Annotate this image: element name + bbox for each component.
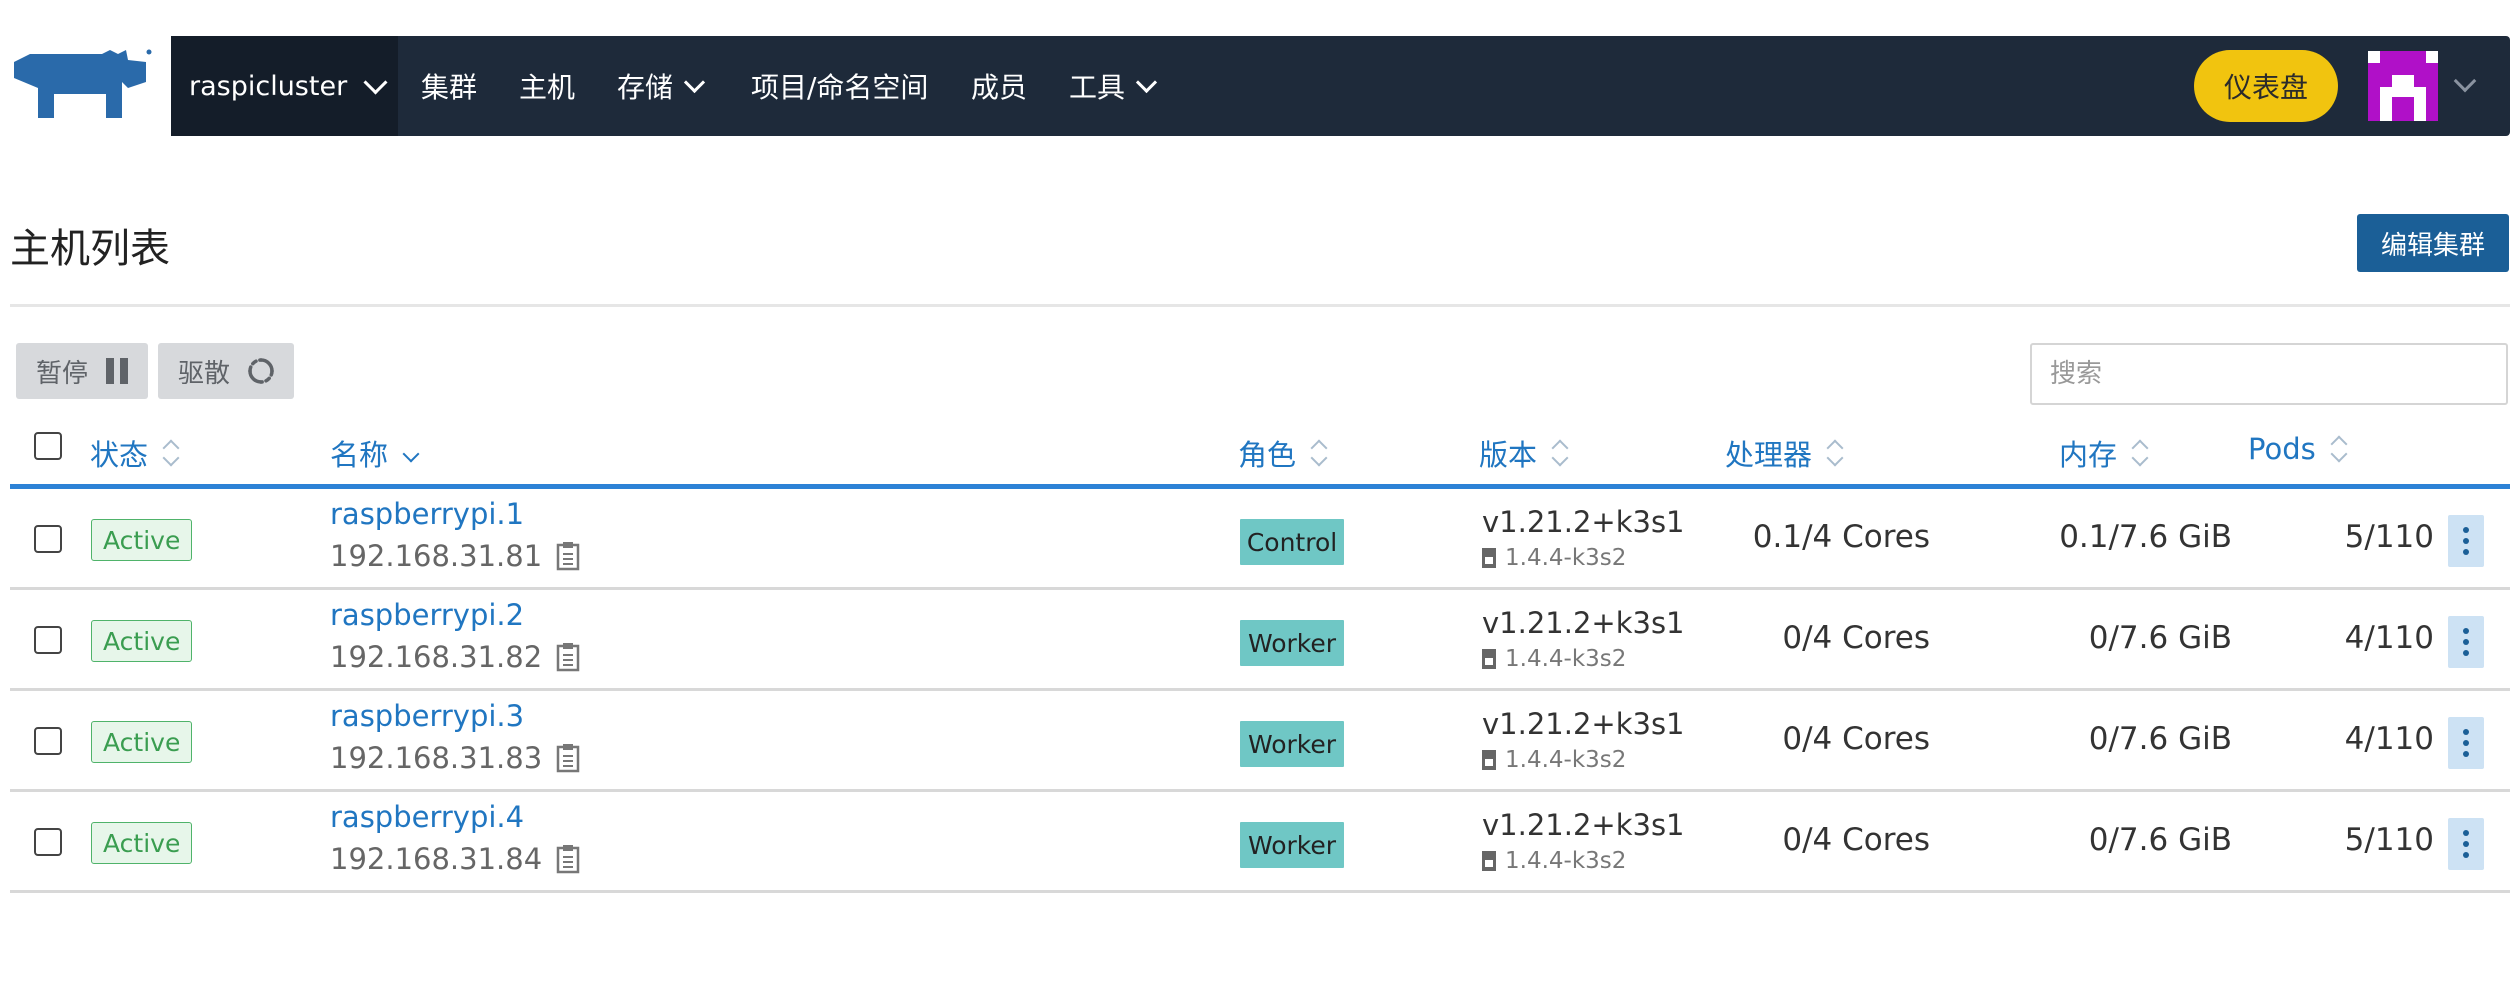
cluster-selector[interactable]: raspicluster bbox=[171, 36, 398, 136]
pause-button[interactable]: 暂停 bbox=[16, 343, 149, 399]
host-name-link[interactable]: raspberrypi.4 bbox=[330, 800, 524, 834]
row-actions-menu-icon[interactable] bbox=[2448, 818, 2484, 870]
role-badge: Control bbox=[1240, 519, 1344, 565]
k8s-version: v1.21.2+k3s1 bbox=[1482, 808, 1685, 842]
row-checkbox[interactable] bbox=[34, 626, 62, 654]
memory-usage: 0/7.6 GiB bbox=[2088, 721, 2232, 757]
sort-icon bbox=[160, 436, 182, 470]
host-ip: 192.168.31.84 bbox=[330, 842, 582, 876]
sort-icon bbox=[1549, 436, 1571, 470]
table-row: Active raspberrypi.4 192.168.31.84 Worke… bbox=[10, 792, 2510, 893]
sort-icon bbox=[2328, 432, 2350, 466]
chevron-down-icon bbox=[1135, 71, 1158, 93]
evacuate-button[interactable]: 驱散 bbox=[158, 343, 295, 399]
k8s-version: v1.21.2+k3s1 bbox=[1482, 707, 1685, 741]
column-header-role[interactable]: 角色 bbox=[1238, 432, 1330, 474]
k8s-version: v1.21.2+k3s1 bbox=[1482, 505, 1685, 539]
nav-cluster[interactable]: 集群 bbox=[421, 36, 477, 136]
memory-usage: 0.1/7.6 GiB bbox=[2059, 519, 2232, 555]
copy-icon[interactable] bbox=[556, 844, 582, 874]
agent-icon bbox=[1482, 750, 1496, 770]
chevron-down-icon[interactable] bbox=[2453, 69, 2477, 93]
table-row: Active raspberrypi.2 192.168.31.82 Worke… bbox=[10, 590, 2510, 691]
agent-version: 1.4.4-k3s2 bbox=[1482, 848, 1626, 874]
pods-count: 4/110 bbox=[2344, 620, 2434, 656]
status-badge: Active bbox=[91, 822, 193, 864]
role-badge: Worker bbox=[1240, 620, 1344, 666]
copy-icon[interactable] bbox=[556, 743, 582, 773]
table-row: Active raspberrypi.1 192.168.31.81 Contr… bbox=[10, 489, 2510, 590]
column-header-state[interactable]: 状态 bbox=[90, 432, 182, 474]
cpu-usage: 0/4 Cores bbox=[1782, 620, 1930, 656]
refresh-icon bbox=[248, 358, 274, 384]
nav-hosts[interactable]: 主机 bbox=[519, 36, 575, 136]
nav-projects-namespaces[interactable]: 项目/命名空间 bbox=[751, 36, 928, 136]
column-header-memory[interactable]: 内存 bbox=[2059, 432, 2151, 474]
user-avatar[interactable] bbox=[2368, 51, 2438, 121]
row-actions-menu-icon[interactable] bbox=[2448, 717, 2484, 769]
column-header-name[interactable]: 名称 bbox=[330, 432, 422, 474]
top-navbar: raspicluster 集群 主机 存储 项目/命名空间 成员 工具 仪表盘 bbox=[171, 36, 2510, 136]
nav-members[interactable]: 成员 bbox=[971, 36, 1027, 136]
cpu-usage: 0.1/4 Cores bbox=[1752, 519, 1930, 555]
role-badge: Worker bbox=[1240, 721, 1344, 767]
row-checkbox[interactable] bbox=[34, 727, 62, 755]
host-ip: 192.168.31.81 bbox=[330, 539, 582, 573]
nav-tools[interactable]: 工具 bbox=[1069, 36, 1158, 136]
copy-icon[interactable] bbox=[556, 642, 582, 672]
agent-version: 1.4.4-k3s2 bbox=[1482, 747, 1626, 773]
pods-count: 5/110 bbox=[2344, 822, 2434, 858]
edit-cluster-button[interactable]: 编辑集群 bbox=[2357, 214, 2509, 272]
divider bbox=[10, 304, 2510, 307]
host-name-link[interactable]: raspberrypi.1 bbox=[330, 497, 524, 531]
agent-icon bbox=[1482, 649, 1496, 669]
page-title: 主机列表 bbox=[10, 226, 170, 272]
agent-icon bbox=[1482, 851, 1496, 871]
chevron-down-icon bbox=[363, 69, 388, 95]
nav-storage[interactable]: 存储 bbox=[617, 36, 706, 136]
agent-version: 1.4.4-k3s2 bbox=[1482, 545, 1626, 571]
status-badge: Active bbox=[91, 519, 193, 561]
memory-usage: 0/7.6 GiB bbox=[2088, 822, 2232, 858]
select-all-checkbox[interactable] bbox=[34, 432, 62, 460]
host-ip: 192.168.31.82 bbox=[330, 640, 582, 674]
rancher-logo[interactable] bbox=[10, 48, 152, 120]
sort-icon bbox=[1824, 436, 1846, 470]
row-actions-menu-icon[interactable] bbox=[2448, 616, 2484, 668]
status-badge: Active bbox=[91, 620, 193, 662]
host-ip: 192.168.31.83 bbox=[330, 741, 582, 775]
column-header-version[interactable]: 版本 bbox=[1479, 432, 1571, 474]
dashboard-button[interactable]: 仪表盘 bbox=[2194, 50, 2338, 122]
pods-count: 4/110 bbox=[2344, 721, 2434, 757]
copy-icon[interactable] bbox=[556, 541, 582, 571]
pause-icon bbox=[106, 358, 129, 384]
host-name-link[interactable]: raspberrypi.3 bbox=[330, 699, 524, 733]
chevron-down-icon bbox=[683, 71, 706, 93]
column-header-cpu[interactable]: 处理器 bbox=[1725, 432, 1846, 474]
search-input[interactable] bbox=[2030, 343, 2508, 405]
sort-icon bbox=[1308, 436, 1330, 470]
sort-icon bbox=[2129, 436, 2151, 470]
sort-desc-icon bbox=[400, 436, 422, 470]
cpu-usage: 0/4 Cores bbox=[1782, 822, 1930, 858]
cpu-usage: 0/4 Cores bbox=[1782, 721, 1930, 757]
row-checkbox[interactable] bbox=[34, 525, 62, 553]
host-name-link[interactable]: raspberrypi.2 bbox=[330, 598, 524, 632]
column-header-pods[interactable]: Pods bbox=[2248, 432, 2350, 466]
table-row: Active raspberrypi.3 192.168.31.83 Worke… bbox=[10, 691, 2510, 792]
k8s-version: v1.21.2+k3s1 bbox=[1482, 606, 1685, 640]
row-actions-menu-icon[interactable] bbox=[2448, 515, 2484, 567]
status-badge: Active bbox=[91, 721, 193, 763]
agent-icon bbox=[1482, 548, 1496, 568]
agent-version: 1.4.4-k3s2 bbox=[1482, 646, 1626, 672]
cluster-name: raspicluster bbox=[189, 70, 348, 102]
row-checkbox[interactable] bbox=[34, 828, 62, 856]
pods-count: 5/110 bbox=[2344, 519, 2434, 555]
memory-usage: 0/7.6 GiB bbox=[2088, 620, 2232, 656]
role-badge: Worker bbox=[1240, 822, 1344, 868]
